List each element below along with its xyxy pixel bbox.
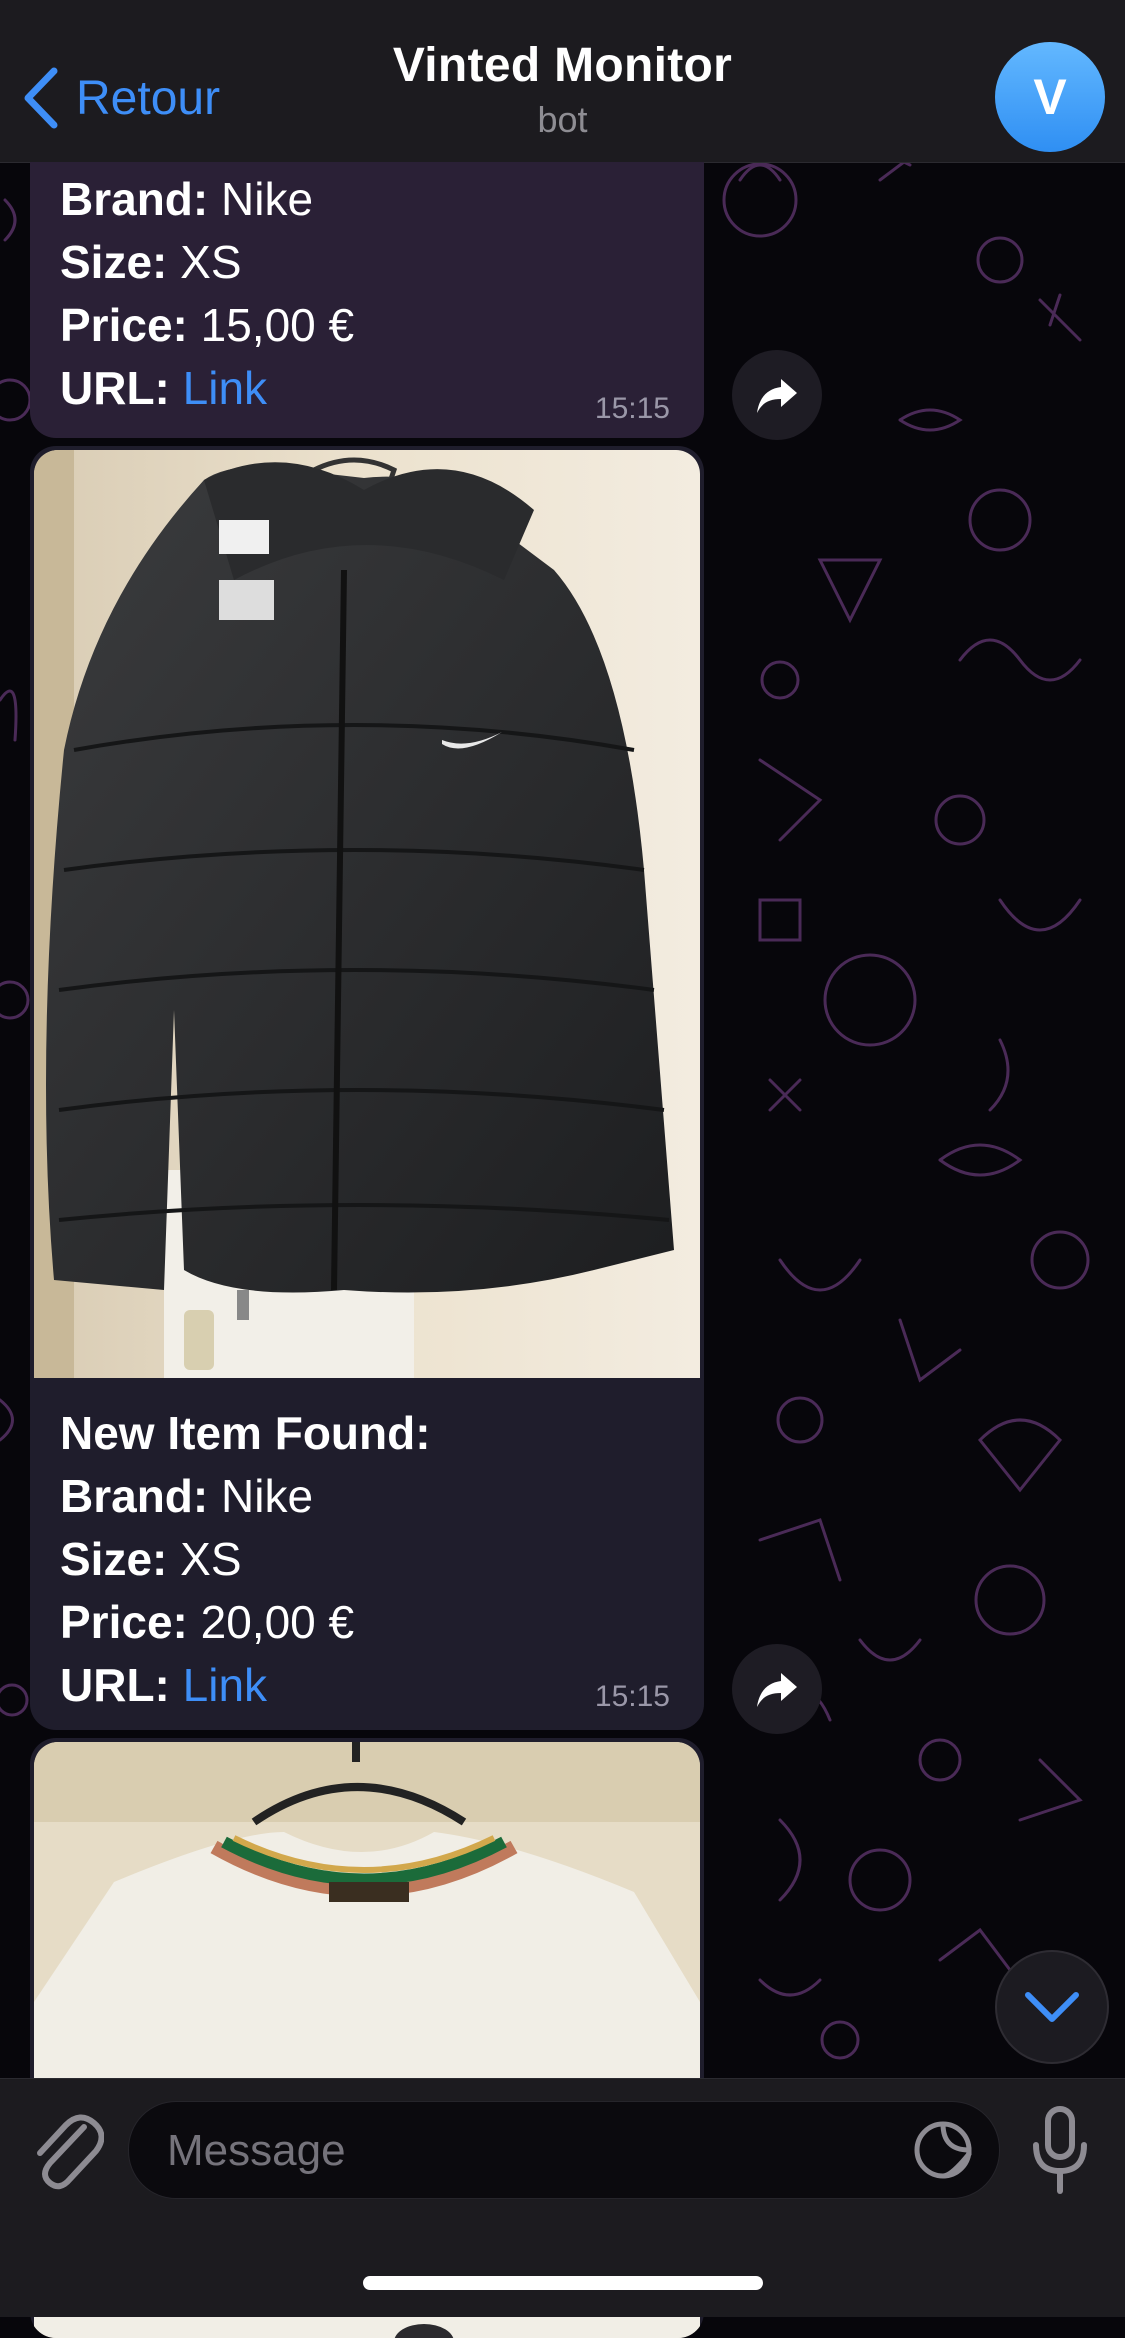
scroll-to-bottom-button[interactable] — [995, 1950, 1109, 2064]
home-indicator[interactable] — [363, 2276, 763, 2290]
chevron-down-icon — [1025, 1992, 1079, 2022]
sticker-icon[interactable] — [911, 2118, 975, 2182]
message-input[interactable]: Message — [128, 2101, 1000, 2199]
paperclip-icon[interactable] — [28, 2107, 104, 2191]
message-line-size: Size: XS — [60, 236, 242, 288]
microphone-icon[interactable] — [1030, 2105, 1090, 2197]
message-placeholder: Message — [167, 2126, 346, 2175]
message-line-price: Price: 20,00 € — [60, 1596, 355, 1648]
share-arrow-icon — [757, 1673, 797, 1707]
message-time: 15:15 — [594, 1680, 670, 1713]
message-text: New Item Found: Brand: Nike Size: XS Pri… — [30, 1402, 704, 1717]
item-link[interactable]: Link — [183, 1659, 267, 1711]
message-line-brand: Brand: Nike — [60, 173, 314, 225]
black-puffer-jacket-photo[interactable] — [34, 450, 700, 1378]
share-arrow-icon — [757, 379, 797, 413]
chat-title-area[interactable]: Vinted Monitor bot — [0, 38, 1125, 141]
message-time: 15:15 — [594, 392, 670, 425]
message-line-url: URL: Link — [60, 362, 268, 414]
message-bubble[interactable]: Brand: Nike Size: XS Price: 15,00 € URL:… — [30, 162, 704, 438]
share-button[interactable] — [732, 1644, 822, 1734]
message-line-brand: Brand: Nike — [60, 1470, 314, 1522]
avatar[interactable]: V — [995, 42, 1105, 152]
message-line-url: URL: Link — [60, 1659, 268, 1711]
message-bubble[interactable]: New Item Found: Brand: Nike Size: XS Pri… — [30, 446, 704, 1730]
share-button[interactable] — [732, 350, 822, 440]
message-heading: New Item Found: — [60, 1407, 431, 1459]
message-text: Brand: Nike Size: XS Price: 15,00 € URL:… — [30, 162, 704, 420]
chat-subtitle: bot — [537, 99, 588, 140]
item-link[interactable]: Link — [183, 362, 267, 414]
chat-title: Vinted Monitor — [392, 39, 733, 92]
chat-header: Retour Vinted Monitor bot V — [0, 0, 1125, 163]
message-line-price: Price: 15,00 € — [60, 299, 355, 351]
message-line-size: Size: XS — [60, 1533, 242, 1585]
